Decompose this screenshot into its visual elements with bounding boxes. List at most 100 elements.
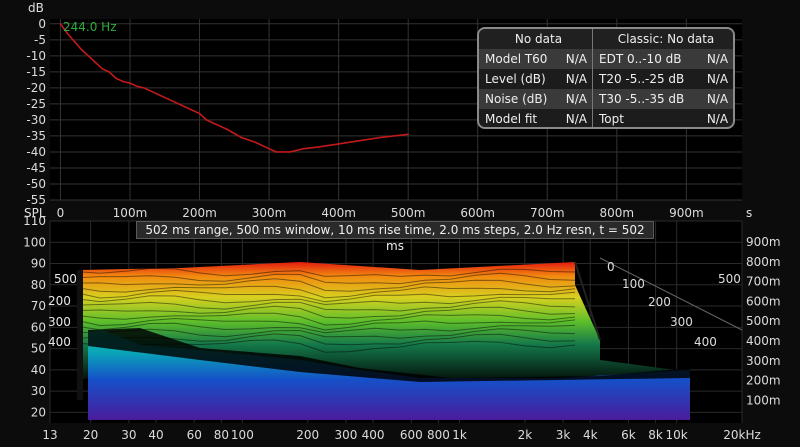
decay-point bbox=[129, 82, 131, 84]
waterfall-time-tick-label: 700m bbox=[746, 275, 781, 289]
decay-y-tick-label: 0 bbox=[38, 17, 46, 31]
waterfall-x-tick-label: 600 bbox=[400, 428, 423, 442]
stats-label: Model fit bbox=[485, 112, 538, 126]
waterfall-y-tick-label: 40 bbox=[31, 363, 46, 377]
waterfall-x-tick-label: 800 bbox=[427, 428, 450, 442]
decay-y-tick-label: -55 bbox=[26, 193, 46, 207]
stats-label: Noise (dB) bbox=[479, 89, 560, 109]
waterfall-slice-label: 300 bbox=[48, 315, 71, 329]
decay-y-tick-label: -15 bbox=[26, 65, 46, 79]
waterfall-x-tick-label: 10k bbox=[666, 428, 688, 442]
stats-value: N/A bbox=[565, 72, 588, 86]
decay-point bbox=[115, 77, 117, 80]
waterfall-x-tick-label: 400 bbox=[362, 428, 385, 442]
waterfall-slice-label: 400 bbox=[48, 335, 71, 349]
waterfall-depth-tick-label: 300 bbox=[670, 315, 693, 329]
stats-right-header: Classic: No data bbox=[592, 29, 733, 49]
waterfall-y-tick-label: 20 bbox=[31, 405, 46, 419]
decay-point bbox=[240, 136, 243, 139]
decay-y-tick-label: -35 bbox=[26, 129, 46, 143]
decay-y-tick-label: -45 bbox=[26, 161, 46, 175]
decay-y-ticks: 0 -5 -10 -15 -20 -25 -30 -35 -40 -45 -50 -55 bbox=[26, 17, 46, 207]
decay-point bbox=[136, 85, 138, 88]
waterfall-x-tick-label: 20 bbox=[83, 428, 98, 442]
waterfall-x-tick-label: 13 bbox=[42, 428, 57, 442]
waterfall-x-tick-label: 200 bbox=[296, 428, 319, 442]
waterfall-time-tick-label: 300m bbox=[746, 354, 781, 368]
waterfall-x-tick-label: 300 bbox=[335, 428, 358, 442]
stats-row: Model T60 N/A EDT 0..-10 dB N/A bbox=[479, 49, 733, 69]
waterfall-depth-tick-label: 400 bbox=[694, 335, 717, 349]
stats-label: T20 -5..-25 dB bbox=[591, 69, 701, 89]
decay-y-tick-label: -10 bbox=[26, 49, 46, 63]
decay-point bbox=[73, 40, 76, 43]
decay-point bbox=[379, 136, 382, 139]
waterfall-x-tick-label: 60 bbox=[187, 428, 202, 442]
waterfall-x-tick-label: 8k bbox=[648, 428, 663, 442]
waterfall-y-tick-label: 70 bbox=[31, 299, 46, 313]
decay-point bbox=[122, 80, 124, 83]
waterfall-x-tick-label: 4k bbox=[583, 428, 598, 442]
stats-value: N/A bbox=[559, 89, 593, 109]
waterfall-time-ticks: 900m 800m 700m 600m 500m 400m 300m 200m 100m bbox=[746, 235, 781, 407]
decay-stats-panel: No data Classic: No data Model T60 N/A E… bbox=[477, 27, 735, 129]
decay-point bbox=[87, 55, 90, 57]
stats-value: N/A bbox=[706, 72, 729, 86]
decay-y-tick-label: -40 bbox=[26, 145, 46, 159]
waterfall-y-tick-label: 50 bbox=[31, 342, 46, 356]
stats-row: Noise (dB) N/A T30 -5..-35 dB N/A bbox=[479, 89, 733, 109]
decay-point bbox=[156, 93, 159, 96]
waterfall-y-tick-label: 60 bbox=[31, 320, 46, 334]
waterfall-time-tick-label: 900m bbox=[746, 235, 781, 249]
waterfall-time-tick-label: 200m bbox=[746, 374, 781, 388]
decay-point bbox=[198, 112, 201, 115]
waterfall-time-tick-label: 100m bbox=[746, 393, 781, 407]
waterfall-depth-tick-label: 200 bbox=[648, 295, 671, 309]
waterfall-x-tick-label: 100 bbox=[231, 428, 254, 442]
decay-y-tick-label: -50 bbox=[26, 177, 46, 191]
stats-value: N/A bbox=[706, 112, 729, 126]
stats-value: N/A bbox=[565, 112, 588, 126]
decay-point bbox=[94, 61, 97, 64]
decay-y-tick-label: -25 bbox=[26, 97, 46, 111]
waterfall-y-unit: SPL bbox=[24, 206, 46, 220]
decay-point bbox=[212, 122, 215, 124]
waterfall-y-ticks: 1101009080706050403020 bbox=[23, 214, 46, 419]
waterfall-depth-tick-label: 500 bbox=[718, 272, 741, 286]
decay-point bbox=[275, 151, 277, 153]
waterfall-depth-tick-label: 0 bbox=[607, 260, 615, 274]
stats-label: Level (dB) bbox=[485, 72, 546, 86]
stats-row: Model fit N/A Topt N/A bbox=[479, 109, 733, 127]
waterfall-y-tick-label: 100 bbox=[23, 235, 46, 249]
decay-point bbox=[407, 133, 409, 136]
decay-point bbox=[170, 99, 173, 102]
decay-point bbox=[268, 147, 270, 150]
waterfall-y-tick-label: 30 bbox=[31, 384, 46, 398]
decay-point bbox=[59, 23, 62, 25]
decay-point bbox=[358, 139, 361, 142]
waterfall-slice-label: 500 bbox=[54, 272, 77, 286]
decay-y-tick-label: -20 bbox=[26, 81, 46, 95]
decay-point bbox=[184, 106, 187, 108]
waterfall-slice-label: 200 bbox=[48, 294, 71, 308]
waterfall-time-tick-label: 500m bbox=[746, 314, 781, 328]
decay-point bbox=[205, 119, 208, 121]
waterfall-time-tick-label: 600m bbox=[746, 294, 781, 308]
stats-value: N/A bbox=[700, 49, 733, 69]
waterfall-time-tick-label: 800m bbox=[746, 255, 781, 269]
waterfall-y-tick-label: 80 bbox=[31, 278, 46, 292]
stats-label: T30 -5..-35 dB bbox=[591, 89, 701, 109]
decay-point bbox=[254, 141, 256, 144]
decay-point bbox=[337, 143, 340, 145]
stats-label: Topt bbox=[591, 109, 701, 127]
waterfall-x-tick-label: 30 bbox=[121, 428, 136, 442]
waterfall-depth-tick-label: 100 bbox=[622, 277, 645, 291]
decay-point bbox=[316, 146, 319, 148]
waterfall-x-tick-label: 80 bbox=[214, 428, 229, 442]
decay-point bbox=[101, 67, 103, 70]
stats-value: N/A bbox=[700, 89, 733, 109]
waterfall-x-tick-label: 2k bbox=[518, 428, 533, 442]
decay-point bbox=[80, 48, 83, 51]
decay-point bbox=[303, 147, 305, 150]
waterfall-info-bar: 502 ms range, 500 ms window, 10 ms rise … bbox=[136, 221, 654, 253]
